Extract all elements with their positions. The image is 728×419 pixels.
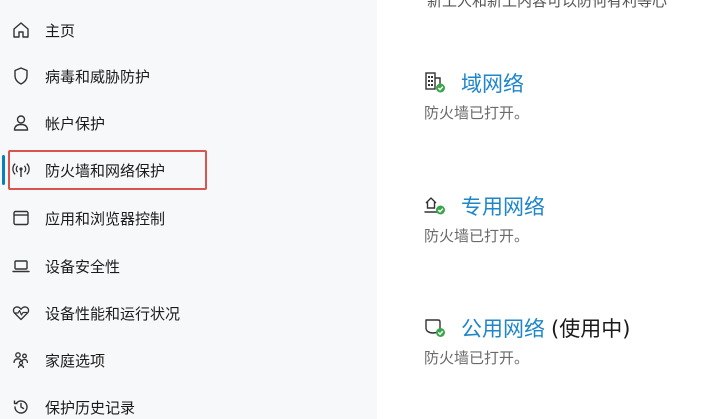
sidebar-item-device-health[interactable]: 设备性能和运行状况 — [0, 293, 377, 333]
sidebar-item-label: 家庭选项 — [45, 351, 106, 370]
network-title[interactable]: 专用网络 — [461, 191, 545, 221]
sidebar-item-family-options[interactable]: 家庭选项 — [0, 340, 377, 380]
sidebar-item-home[interactable]: 主页 — [0, 10, 377, 50]
sidebar-item-label: 病毒和威胁防护 — [45, 67, 151, 86]
history-icon — [10, 396, 32, 418]
description-text: 新工人和新工内容可以防何有利等心 — [427, 0, 668, 10]
sidebar-item-label: 帐户保护 — [45, 114, 106, 133]
sidebar-item-label: 设备安全性 — [45, 257, 121, 276]
domain-building-icon — [423, 70, 447, 94]
network-status: 防火墙已打开。 — [424, 104, 530, 122]
sidebar-item-protection-history[interactable]: 保护历史记录 — [0, 387, 377, 419]
shield-icon — [10, 65, 32, 87]
sidebar-item-account-protection[interactable]: 帐户保护 — [0, 103, 377, 143]
firewall-content: 新工人和新工内容可以防何有利等心 域网络 防火墙已打开。 专用网络 防火墙已打开… — [377, 0, 728, 419]
sidebar-item-label: 设备性能和运行状况 — [45, 304, 181, 323]
sidebar-item-label: 防火墙和网络保护 — [45, 161, 166, 180]
sidebar-item-label: 应用和浏览器控制 — [45, 209, 166, 228]
browser-window-icon — [10, 207, 32, 229]
network-status: 防火墙已打开。 — [424, 349, 530, 367]
person-icon — [10, 112, 32, 134]
home-icon — [10, 19, 32, 41]
sidebar-item-virus-protection[interactable]: 病毒和威胁防护 — [0, 56, 377, 96]
network-title[interactable]: 域网络 — [461, 68, 524, 98]
public-network-icon — [423, 315, 447, 339]
private-network-icon — [423, 193, 447, 217]
sidebar-item-app-browser-control[interactable]: 应用和浏览器控制 — [0, 198, 377, 238]
windows-security-window: 主页 病毒和威胁防护 帐户保护 防火墙和网络保护 应用和浏览器控制 设备安全性 … — [0, 0, 728, 419]
network-in-use-label: (使用中) — [551, 317, 631, 341]
sidebar-item-firewall[interactable]: 防火墙和网络保护 — [0, 150, 377, 190]
sidebar-item-label: 主页 — [45, 21, 76, 40]
sidebar-nav: 主页 病毒和威胁防护 帐户保护 防火墙和网络保护 应用和浏览器控制 设备安全性 … — [0, 0, 377, 419]
sidebar-item-device-security[interactable]: 设备安全性 — [0, 246, 377, 286]
wifi-broadcast-icon — [10, 159, 32, 181]
laptop-icon — [10, 255, 32, 277]
heart-pulse-icon — [10, 302, 32, 324]
sidebar-item-label: 保护历史记录 — [45, 398, 136, 417]
family-icon — [10, 349, 32, 371]
network-status: 防火墙已打开。 — [424, 227, 530, 245]
network-title[interactable]: 公用网络 (使用中) — [461, 313, 630, 343]
